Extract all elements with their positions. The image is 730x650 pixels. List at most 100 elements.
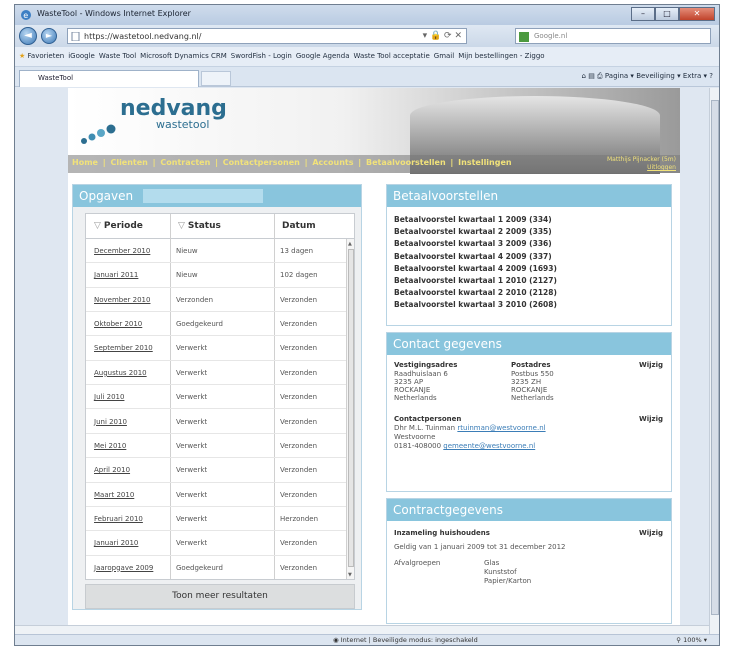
periode-link[interactable]: Augustus 2010 [94, 369, 147, 377]
periode-link[interactable]: Juli 2010 [94, 393, 124, 401]
periode-link[interactable]: Juni 2010 [94, 418, 127, 426]
scroll-down-icon[interactable]: ▼ [348, 572, 352, 578]
favorite-item[interactable]: Microsoft Dynamics CRM [140, 52, 227, 60]
datum-cell: 13 dagen [280, 247, 314, 255]
page-scroll-thumb[interactable] [711, 100, 719, 615]
periode-link[interactable]: Januari 2010 [94, 539, 138, 547]
table-row[interactable]: September 2010 Verwerkt Verzonden [86, 336, 348, 361]
table-row[interactable]: Maart 2010 Verwerkt Verzonden [86, 483, 348, 507]
maximize-button[interactable]: □ [655, 7, 679, 21]
favorite-item[interactable]: Waste Tool [99, 52, 136, 60]
security-zone: ◉ Internet | Beveiligde modus: ingeschak… [333, 636, 478, 644]
address-bar[interactable]: https://wastetool.nedvang.nl/ ▾ 🔒 ⟳ ✕ [67, 28, 467, 44]
column-header-periode[interactable]: ▽ Periode [94, 221, 143, 231]
opgaven-filter-field[interactable] [143, 189, 263, 203]
betaalvoorstel-item[interactable]: Betaalvoorstel kwartaal 4 2009 (1693) [394, 263, 671, 275]
table-row[interactable]: Januari 2010 Verwerkt Verzonden [86, 531, 348, 556]
edit-contacts-link[interactable]: Wijzig [639, 415, 663, 423]
table-row[interactable]: Oktober 2010 Goedgekeurd Verzonden [86, 312, 348, 337]
table-row[interactable]: November 2010 Verzonden Verzonden [86, 288, 348, 313]
page-scrollbar[interactable] [709, 88, 719, 634]
horizontal-scrollbar[interactable] [15, 625, 709, 634]
menu-contactpersonen[interactable]: Contactpersonen [223, 158, 300, 167]
periode-link[interactable]: December 2010 [94, 247, 150, 255]
extra-menu[interactable]: Extra ▾ [683, 72, 707, 80]
betaalvoorstel-item[interactable]: Betaalvoorstel kwartaal 4 2009 (337) [394, 251, 671, 263]
opgaven-panel: Opgaven ▽ Periode ▽ Status Datum December … [72, 184, 362, 610]
menu-instellingen[interactable]: Instellingen [458, 158, 511, 167]
table-row[interactable]: Juni 2010 Verwerkt Verzonden [86, 410, 348, 434]
close-button[interactable]: ✕ [679, 7, 715, 21]
periode-link[interactable]: Januari 2011 [94, 271, 138, 279]
scroll-up-icon[interactable]: ▲ [348, 241, 352, 247]
contact-general-email-link[interactable]: gemeente@westvoorne.nl [443, 442, 535, 450]
tab-wastetool[interactable]: WasteTool [19, 70, 199, 87]
menu-betaalvoorstellen[interactable]: Betaalvoorstellen [366, 158, 446, 167]
datum-cell: Verzonden [280, 466, 318, 475]
pagina-menu[interactable]: Pagina ▾ [605, 72, 634, 80]
print-icon[interactable]: ⎙ [597, 72, 603, 80]
status-cell: Verwerkt [176, 490, 208, 499]
edit-address-link[interactable]: Wijzig [639, 361, 663, 369]
beveiliging-menu[interactable]: Beveiliging ▾ [636, 72, 680, 80]
help-icon[interactable]: ? [709, 72, 713, 80]
search-input[interactable]: Google.nl [515, 28, 711, 44]
home-icon[interactable]: ⌂ [582, 72, 586, 80]
table-row[interactable]: April 2010 Verwerkt Verzonden [86, 458, 348, 483]
menu-clienten[interactable]: Clienten [110, 158, 147, 167]
periode-link[interactable]: Oktober 2010 [94, 320, 142, 328]
table-row[interactable]: Mei 2010 Verwerkt Verzonden [86, 434, 348, 459]
zoom-control[interactable]: ⚲ 100% ▾ [676, 636, 707, 644]
show-more-button[interactable]: Toon meer resultaten [85, 584, 355, 609]
table-row[interactable]: December 2010 Nieuw 13 dagen [86, 239, 348, 264]
favorites-bar: ★ Favorieten iGoogle Waste Tool Microsof… [15, 47, 719, 67]
table-scrollbar[interactable]: ▲ ▼ [346, 239, 354, 579]
betaalvoorstel-item[interactable]: Betaalvoorstel kwartaal 2 2009 (335) [394, 226, 671, 238]
periode-link[interactable]: November 2010 [94, 296, 150, 304]
contact-email-link[interactable]: rtuinman@westvoorne.nl [457, 424, 545, 432]
periode-link[interactable]: Maart 2010 [94, 491, 134, 499]
betaalvoorstel-item[interactable]: Betaalvoorstel kwartaal 1 2010 (2127) [394, 275, 671, 287]
column-header-status[interactable]: ▽ Status [178, 221, 221, 231]
datum-cell: 102 dagen [280, 271, 318, 280]
scroll-thumb[interactable] [348, 249, 354, 567]
menu-accounts[interactable]: Accounts [312, 158, 353, 167]
web-page: nedvang wastetool Home | Clienten | Cont… [68, 88, 680, 634]
periode-link[interactable]: Februari 2010 [94, 515, 143, 523]
back-button[interactable]: ◄ [19, 27, 37, 45]
new-tab-button[interactable] [201, 71, 231, 86]
table-row[interactable]: Jaaropgave 2009 Goedgekeurd Verzonden [86, 556, 348, 579]
favorite-item[interactable]: Gmail [434, 52, 454, 60]
table-row[interactable]: Juli 2010 Verwerkt Verzonden [86, 385, 348, 410]
post-line: ROCKANJE [511, 386, 548, 394]
favorite-item[interactable]: Mijn bestellingen - Ziggo [458, 52, 544, 60]
forward-button[interactable]: ► [41, 28, 57, 44]
feeds-icon[interactable]: ▤ [588, 72, 595, 80]
periode-link[interactable]: September 2010 [94, 344, 153, 352]
table-row[interactable]: Januari 2011 Nieuw 102 dagen [86, 263, 348, 288]
address-actions-icon[interactable]: ▾ 🔒 ⟳ ✕ [423, 31, 462, 41]
column-label: Periode [103, 221, 143, 231]
betaalvoorstel-item[interactable]: Betaalvoorstel kwartaal 3 2010 (2608) [394, 299, 671, 311]
favorite-item[interactable]: SwordFish - Login [231, 52, 292, 60]
logout-link[interactable]: Uitloggen [647, 164, 676, 171]
menu-contracten[interactable]: Contracten [160, 158, 210, 167]
table-row[interactable]: Augustus 2010 Verwerkt Verzonden [86, 361, 348, 386]
favorite-item[interactable]: Google Agenda [296, 52, 350, 60]
column-header-datum[interactable]: Datum [282, 221, 316, 231]
periode-link[interactable]: April 2010 [94, 466, 130, 474]
favorites-button[interactable]: ★ Favorieten [19, 52, 64, 60]
betaalvoorstel-item[interactable]: Betaalvoorstel kwartaal 3 2009 (336) [394, 238, 671, 250]
betaalvoorstellen-list: Betaalvoorstel kwartaal 1 2009 (334) Bet… [387, 207, 671, 312]
favorite-item[interactable]: iGoogle [68, 52, 95, 60]
favorite-item[interactable]: Waste Tool acceptatie [353, 52, 429, 60]
betaalvoorstel-item[interactable]: Betaalvoorstel kwartaal 1 2009 (334) [394, 214, 671, 226]
menu-home[interactable]: Home [72, 158, 98, 167]
periode-link[interactable]: Jaaropgave 2009 [94, 564, 153, 572]
periode-link[interactable]: Mei 2010 [94, 442, 126, 450]
afvalgroep-item: Papier/Karton [484, 577, 532, 585]
minimize-button[interactable]: – [631, 7, 655, 21]
edit-contract-link[interactable]: Wijzig [639, 529, 663, 537]
betaalvoorstel-item[interactable]: Betaalvoorstel kwartaal 2 2010 (2128) [394, 287, 671, 299]
table-row[interactable]: Februari 2010 Verwerkt Herzonden [86, 507, 348, 532]
